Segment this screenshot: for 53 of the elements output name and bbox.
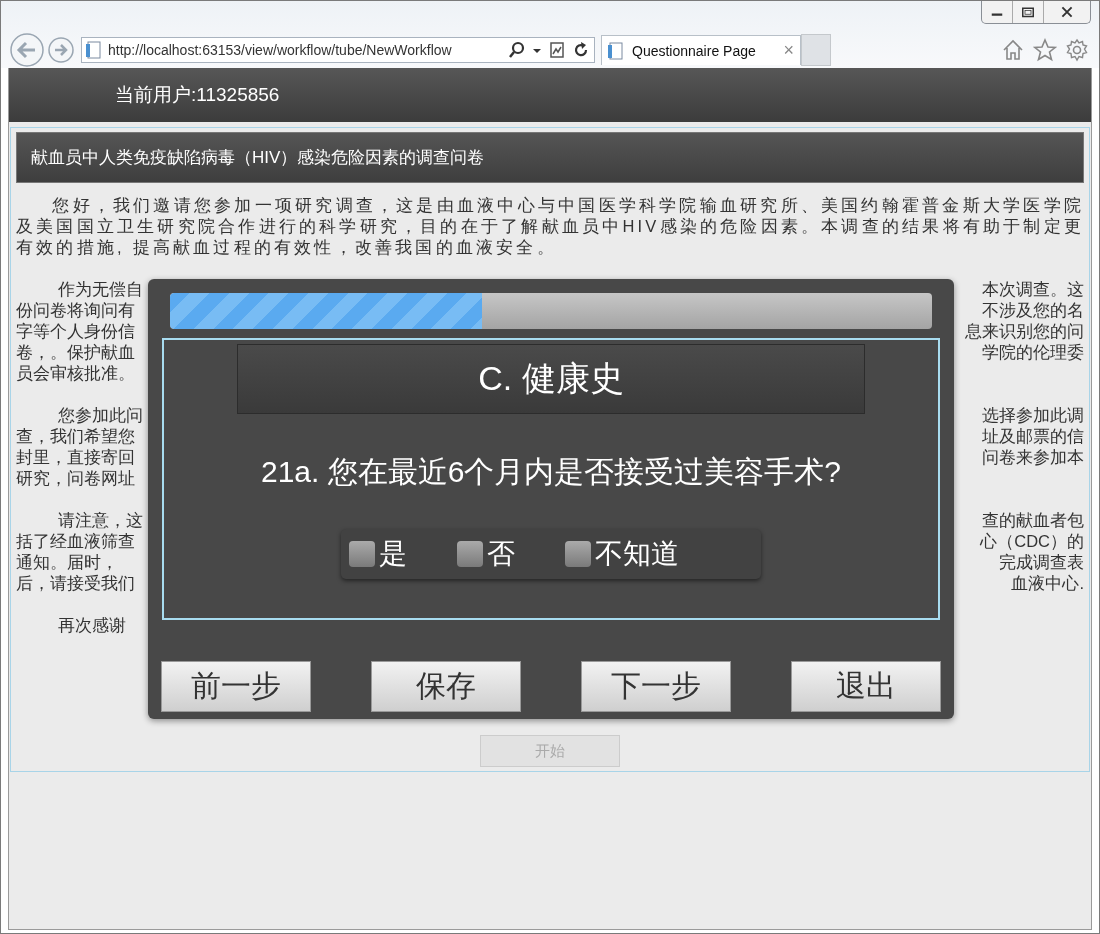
paragraph-text: 查的献血者包 [982, 510, 1084, 531]
option-label[interactable]: 否 [487, 535, 515, 573]
paragraph-text: 问卷来参加本 [982, 447, 1084, 468]
option-label[interactable]: 不知道 [595, 535, 679, 573]
paragraph-text: 您参加此问 [58, 405, 143, 426]
paragraph-text: 心（CDC）的 [980, 531, 1084, 552]
paragraph-text: 本次调查。这 [982, 279, 1084, 300]
questionnaire-title: 献血员中人类免疫缺陷病毒（HIV）感染危险因素的调查问卷 [31, 147, 485, 169]
tab-title: Questionnaire Page [632, 42, 757, 59]
page-icon [608, 41, 624, 60]
checkbox[interactable] [565, 541, 591, 567]
refresh-icon[interactable] [572, 41, 590, 59]
paragraph-text: 学院的伦理委 [982, 342, 1084, 363]
paragraph-text: 员会审核批准。 [16, 363, 135, 384]
question-text: 21a. 您在最近6个月内是否接受过美容手术? [259, 454, 843, 490]
browser-tab[interactable]: Questionnaire Page × [601, 35, 801, 65]
paragraph-text: 选择参加此调 [982, 405, 1084, 426]
paragraph-text: 址及邮票的信 [982, 426, 1084, 447]
nav-button[interactable]: 下一步 [581, 661, 731, 712]
intro-paragraph: 您好，我们邀请您参加一项研究调查，这是由血液中心与中国医学科学院输血研究所、美国约翰霍普金斯大学医学院及美国国立卫生研究院合作进行的科学研究，目的在于了解献血员中HIV感染的危险因素。本调查的结果将有助于制定更有效的措施, 提高献血过程的有效性，改善我国的血液安全。 [16, 195, 1084, 258]
paragraph-text: 请注意，这 [58, 510, 143, 531]
paragraph-text: 再次感谢 [58, 615, 126, 636]
paragraph-text: 查，我们希望您 [16, 426, 135, 447]
paragraph-text: 通知。届时， [16, 552, 118, 573]
home-icon[interactable] [1001, 38, 1025, 62]
star-icon[interactable] [1033, 38, 1057, 62]
forward-icon[interactable] [47, 36, 75, 64]
current-user-label: 当前用户:11325856 [115, 83, 280, 107]
paragraph-text: 封里，直接寄回 [16, 447, 135, 468]
paragraph-text: 研究，问卷网址 [16, 468, 135, 489]
paragraph-text: 息来识别您的问 [965, 321, 1084, 342]
paragraph-text: 卷，。保护献血 [16, 342, 135, 363]
paragraph-text: 后，请接受我们 [16, 573, 135, 594]
tab-close-button[interactable]: × [783, 40, 794, 61]
paragraph-text: 份问卷将询问有 [16, 300, 135, 321]
section-title: C. 健康史 [478, 358, 624, 399]
checkbox[interactable] [349, 541, 375, 567]
nav-button[interactable]: 退出 [791, 661, 941, 712]
paragraph-text: 括了经血液筛查 [16, 531, 135, 552]
checkbox[interactable] [457, 541, 483, 567]
paragraph-text: 血液中心. [1011, 573, 1084, 594]
paragraph-text: 不涉及您的名 [982, 300, 1084, 321]
nav-button[interactable]: 保存 [371, 661, 521, 712]
nav-button[interactable]: 前一步 [161, 661, 311, 712]
address-field[interactable]: http://localhost:63153/view/workflow/tube/NewWorkflow [81, 37, 595, 63]
option-label[interactable]: 是 [379, 535, 407, 573]
settings-icon[interactable] [1065, 38, 1089, 62]
search-icon[interactable] [508, 41, 526, 59]
page-icon [86, 41, 102, 59]
paragraph-text: 字等个人身份信 [16, 321, 135, 342]
back-icon[interactable] [9, 32, 45, 68]
paragraph-text: 作为无偿自 [58, 279, 143, 300]
paragraph-text: 完成调查表 [999, 552, 1084, 573]
